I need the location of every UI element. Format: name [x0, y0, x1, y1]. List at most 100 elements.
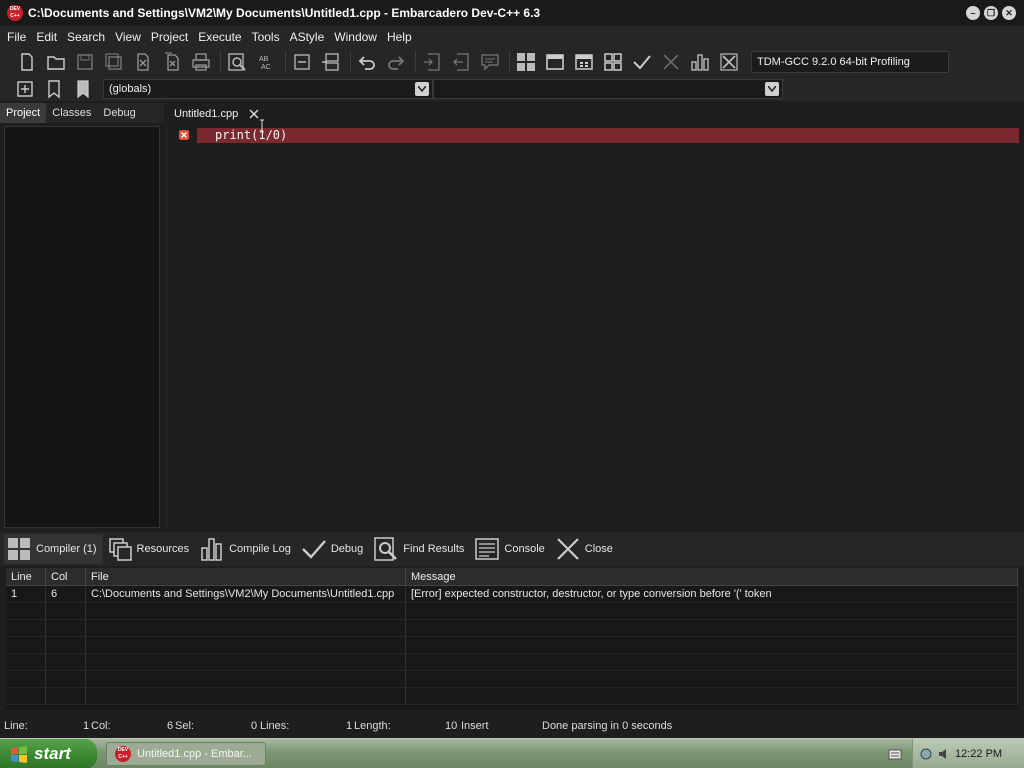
menu-execute[interactable]: Execute — [193, 30, 246, 44]
table-row[interactable]: 1 6 C:\Documents and Settings\VM2\My Doc… — [6, 586, 1018, 603]
status-length-value: 10 — [445, 720, 458, 732]
status-lines-label: Lines: — [260, 720, 290, 732]
tab-compile-log-label: Compile Log — [229, 543, 291, 555]
menu-search[interactable]: Search — [62, 30, 110, 44]
check-icon[interactable] — [629, 50, 655, 74]
tab-untitled1[interactable]: Untitled1.cpp — [166, 103, 268, 125]
keyboard-icon[interactable] — [888, 747, 902, 761]
tab-classes[interactable]: Classes — [46, 103, 97, 123]
tab-debug-output[interactable]: Debug — [299, 534, 369, 564]
devcpp-app-icon: DEV C++ — [7, 5, 23, 21]
unindent-icon[interactable] — [448, 50, 474, 74]
status-line-label: Line: — [4, 720, 28, 732]
tab-resources-label: Resources — [136, 543, 190, 555]
goto-line-icon[interactable] — [289, 50, 315, 74]
tab-console[interactable]: Console — [472, 534, 550, 564]
compile-log-icon — [201, 538, 222, 561]
status-lines-value: 1 — [346, 720, 353, 732]
restore-button[interactable]: ❐ — [984, 6, 998, 20]
print-icon[interactable] — [188, 50, 214, 74]
column-header-file[interactable]: File — [86, 568, 406, 585]
code-editor[interactable]: print(1/0) — [166, 119, 1024, 528]
chevron-down-icon[interactable] — [415, 82, 429, 96]
menu-view[interactable]: View — [110, 30, 146, 44]
scope-combo[interactable]: (globals) — [103, 79, 433, 99]
menu-window[interactable]: Window — [329, 30, 382, 44]
compiler-select[interactable]: TDM-GCC 9.2.0 64-bit Profiling — [751, 51, 949, 73]
menu-project[interactable]: Project — [146, 30, 193, 44]
open-file-icon[interactable] — [43, 50, 69, 74]
tab-compiler[interactable]: Compiler (1) — [4, 534, 103, 564]
column-header-line[interactable]: Line — [6, 568, 46, 585]
split-icon[interactable] — [318, 50, 344, 74]
toolbar-separator — [220, 51, 221, 73]
window-title: C:\Documents and Settings\VM2\My Documen… — [28, 6, 541, 20]
replace-icon[interactable]: AB AC — [253, 50, 279, 74]
code-line-1[interactable]: print(1/0) — [215, 128, 287, 143]
tab-project[interactable]: Project — [0, 103, 47, 123]
compiler-icon — [8, 538, 30, 560]
status-col-label: Col: — [91, 720, 111, 732]
menu-help[interactable]: Help — [382, 30, 417, 44]
close-all-icon[interactable] — [159, 50, 185, 74]
svg-text:AC: AC — [261, 64, 271, 71]
table-header: Line Col File Message — [6, 568, 1018, 586]
start-button[interactable]: start — [0, 739, 97, 768]
comment-icon[interactable] — [477, 50, 503, 74]
grid-icon[interactable] — [513, 50, 539, 74]
find-icon[interactable] — [224, 50, 250, 74]
menu-bar: File Edit Search View Project Execute To… — [0, 26, 1024, 47]
tab-resources[interactable]: Resources — [105, 534, 196, 564]
insert-icon[interactable] — [12, 77, 38, 101]
bookmark-icon[interactable] — [41, 77, 67, 101]
compiler-messages-table: Line Col File Message 1 6 C:\Documents a… — [6, 568, 1018, 710]
tiles-icon[interactable] — [600, 50, 626, 74]
layout-icon[interactable] — [571, 50, 597, 74]
tab-compile-log[interactable]: Compile Log — [197, 534, 297, 564]
cell-line: 1 — [6, 586, 46, 602]
menu-edit[interactable]: Edit — [31, 30, 62, 44]
menu-tools[interactable]: Tools — [247, 30, 285, 44]
undo-icon[interactable] — [354, 50, 380, 74]
minimize-button[interactable]: – — [966, 6, 980, 20]
chevron-down-icon[interactable] — [765, 82, 779, 96]
goto-bookmark-icon[interactable] — [70, 77, 96, 101]
network-icon[interactable] — [919, 747, 933, 761]
chart-icon[interactable] — [687, 50, 713, 74]
column-header-message[interactable]: Message — [406, 568, 1018, 585]
text-cursor-icon — [260, 119, 264, 133]
save-icon[interactable] — [72, 50, 98, 74]
clock[interactable]: 12:22 PM — [955, 748, 1002, 760]
tab-debug[interactable]: Debug — [97, 103, 141, 123]
column-header-col[interactable]: Col — [46, 568, 86, 585]
status-sel-label: Sel: — [175, 720, 194, 732]
tab-debug-label: Debug — [330, 543, 364, 555]
redo-icon[interactable] — [383, 50, 409, 74]
tab-find-results[interactable]: Find Results — [371, 534, 470, 564]
project-tree-panel[interactable] — [4, 126, 160, 528]
cell-message: [Error] expected constructor, destructor… — [406, 586, 1018, 602]
taskbar-item-devcpp[interactable]: DEV C++ Untitled1.cpp - Embar... — [106, 742, 266, 766]
empty-row — [6, 620, 1018, 637]
new-file-icon[interactable] — [14, 50, 40, 74]
menu-astyle[interactable]: AStyle — [285, 30, 330, 44]
error-marker-icon — [179, 130, 189, 140]
save-all-icon[interactable] — [101, 50, 127, 74]
error-line-highlight — [197, 128, 1019, 143]
bottom-panel-tabs: Compiler (1) Resources Compile Log Debug… — [0, 532, 1024, 566]
empty-row — [6, 671, 1018, 688]
menu-file[interactable]: File — [2, 30, 31, 44]
volume-icon[interactable] — [937, 747, 951, 761]
close-x-icon[interactable] — [716, 50, 742, 74]
toolbar-separator — [415, 51, 416, 73]
devcpp-app-icon: DEV C++ — [115, 746, 131, 762]
close-window-button[interactable]: ✕ — [1002, 6, 1016, 20]
function-combo[interactable] — [433, 79, 783, 99]
status-bar: Line: 1 Col: 6 Sel: 0 Lines: 1 Length: 1… — [0, 716, 1024, 736]
window-icon[interactable] — [542, 50, 568, 74]
status-mode: Insert — [461, 720, 489, 732]
indent-icon[interactable] — [419, 50, 445, 74]
close-file-icon[interactable] — [130, 50, 156, 74]
tab-close[interactable]: Close — [553, 534, 619, 564]
stop-icon[interactable] — [658, 50, 684, 74]
